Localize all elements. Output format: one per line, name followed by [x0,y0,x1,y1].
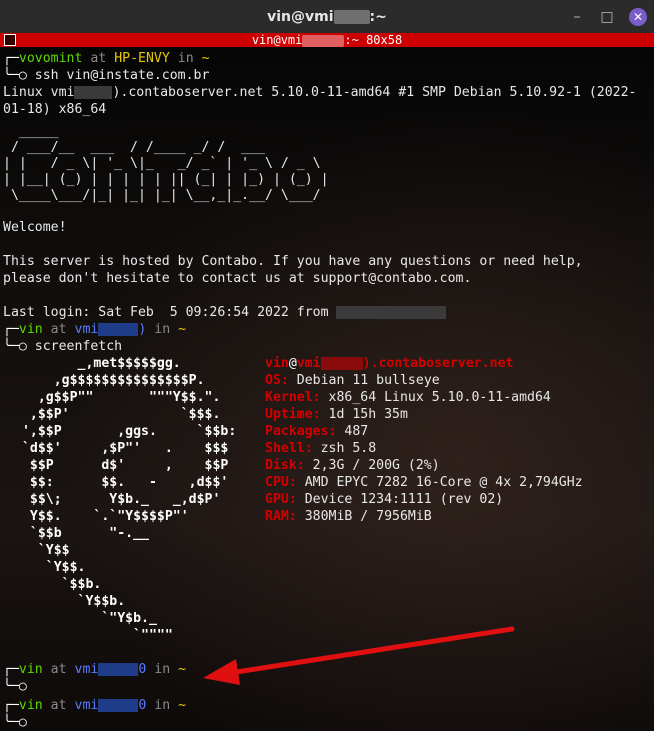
annotation-arrow [203,626,515,685]
redacted-hostname [333,9,370,24]
maximize-button[interactable]: □ [598,8,616,26]
terminal-icon [4,34,16,46]
terminal-tab[interactable]: vin@vmi :~ 80x58 [0,33,654,47]
terminal-output[interactable]: ┌─vovomint at HP-ENVY in ~ ╰─○ ssh vin@i… [0,47,654,731]
close-button[interactable]: ✕ [629,8,647,26]
tab-title-prefix: vin@vmi [251,33,303,47]
minimize-button[interactable]: – [568,8,586,26]
window-titlebar: vin@vmi :~ – □ ✕ [0,0,654,33]
window-title-suffix: :~ [369,8,387,25]
window-title-prefix: vin@vmi [267,8,334,25]
tab-title-suffix: :~ 80x58 [344,33,403,47]
redacted-hostname [302,34,345,47]
